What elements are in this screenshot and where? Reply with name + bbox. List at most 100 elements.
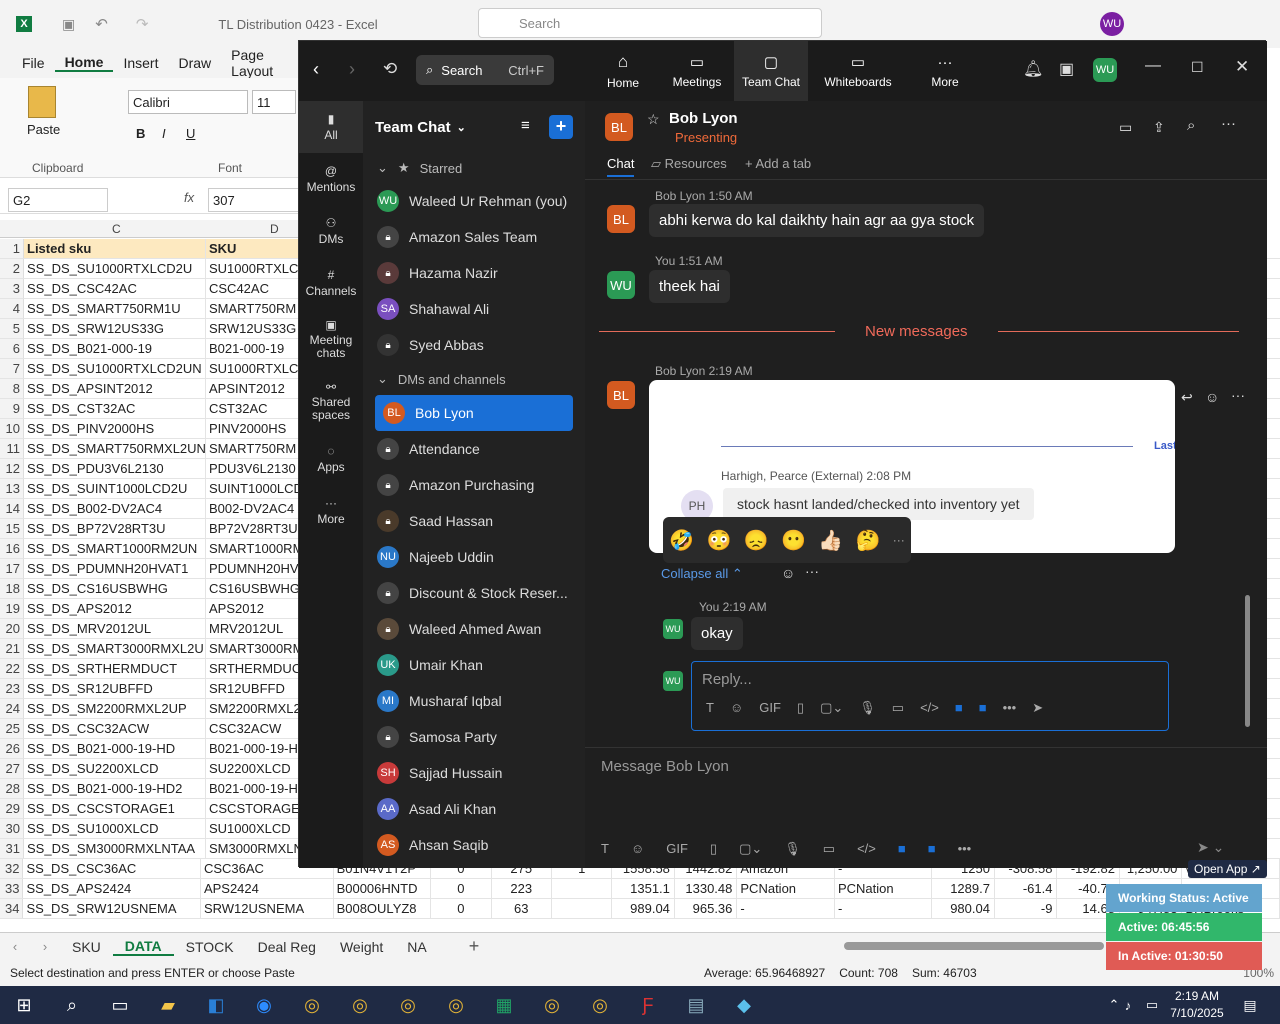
send-button[interactable]: ➤ ⌄ <box>1197 839 1224 856</box>
cell-listed-sku[interactable]: SS_DS_APSINT2012 <box>24 379 206 398</box>
open-app-link[interactable]: Open App ↗ <box>1188 860 1267 878</box>
menu-page-layout[interactable]: Page Layout <box>221 47 300 79</box>
add-sheet-icon[interactable]: + <box>469 936 480 957</box>
menu-home[interactable]: Home <box>54 54 114 72</box>
paste-icon[interactable] <box>28 86 56 118</box>
format-text-icon[interactable]: T <box>601 841 609 857</box>
cell-sku[interactable]: APS2424 <box>201 879 334 898</box>
cell-units[interactable] <box>552 879 613 898</box>
contact-name[interactable]: Bob Lyon <box>669 110 738 127</box>
app-icon[interactable]: ■ <box>928 841 936 857</box>
cell-source[interactable]: - <box>835 899 933 918</box>
back-icon[interactable]: ‹ <box>313 59 319 80</box>
search-icon[interactable]: ⌕ <box>1187 117 1195 134</box>
task-view-icon[interactable]: ▭ <box>96 986 144 1024</box>
cell-listed-sku[interactable]: SS_DS_APS2424 <box>23 879 201 898</box>
chat-list-item[interactable]: WU Waleed Ur Rehman (you) <box>363 183 585 219</box>
contact-avatar[interactable]: BL <box>605 113 633 141</box>
search-icon[interactable]: ⌕ <box>48 986 96 1024</box>
chrome-icon[interactable]: ◎ <box>336 986 384 1024</box>
reaction-emoji[interactable]: 😳 <box>706 528 731 553</box>
cell-listed-sku[interactable]: SS_DS_CSC36AC <box>23 859 201 878</box>
video-clip-icon[interactable]: ▭ <box>892 700 904 716</box>
row-number[interactable]: 31 <box>0 839 24 858</box>
history-icon[interactable]: ⟲ <box>383 59 397 79</box>
sheet-tab-data[interactable]: DATA <box>112 938 174 956</box>
row-number[interactable]: 33 <box>0 879 24 898</box>
col-header-d[interactable]: D <box>270 222 279 236</box>
cell-stock[interactable]: 223 <box>492 879 552 898</box>
chrome-icon[interactable]: ◎ <box>576 986 624 1024</box>
menu-draw[interactable]: Draw <box>168 55 221 71</box>
cell-listed-sku[interactable]: SS_DS_SU1000RTXLCD2U <box>24 259 206 278</box>
row-number[interactable]: 8 <box>0 379 24 398</box>
cell-listed-sku[interactable]: SS_DS_SUINT1000LCD2U <box>24 479 206 498</box>
outlook-icon[interactable]: ◧ <box>192 986 240 1024</box>
cell-listed-sku[interactable]: SS_DS_SRTHERMDUCT <box>24 659 206 678</box>
underline-button[interactable]: U <box>186 126 195 141</box>
cell-listed-sku[interactable]: SS_DS_SR12UBFFD <box>24 679 206 698</box>
row-number[interactable]: 7 <box>0 359 24 378</box>
row-number[interactable]: 25 <box>0 719 24 738</box>
paste-button[interactable]: Paste <box>27 122 60 137</box>
cell-units[interactable] <box>552 899 613 918</box>
screenshot-icon[interactable]: ▢⌄ <box>820 700 843 716</box>
video-off-icon[interactable]: ▭ <box>1119 119 1132 136</box>
cell-listed-sku[interactable]: SS_DS_B021-000-19-HD <box>24 739 206 758</box>
message-more-icon[interactable]: ··· <box>1231 387 1245 403</box>
windows-start-icon[interactable]: ⊞ <box>0 986 48 1024</box>
cell-listed-sku[interactable]: SS_DS_SM3000RMXLNTAA <box>24 839 206 858</box>
row-number[interactable]: 5 <box>0 319 24 338</box>
row-number[interactable]: 4 <box>0 299 24 318</box>
more-icon[interactable]: ••• <box>1003 700 1017 716</box>
cell-listed-sku[interactable]: SS_DS_SMART750RMXL2UN <box>24 439 206 458</box>
cell-listed-sku[interactable]: SS_DS_SRW12USNEMA <box>23 899 201 918</box>
table-cell[interactable]: -61.4 <box>995 879 1058 898</box>
add-reaction-icon[interactable]: ☺ <box>1205 389 1219 405</box>
more-reactions-icon[interactable]: ··· <box>893 533 905 547</box>
gif-icon[interactable]: GIF <box>759 700 781 716</box>
horizontal-scrollbar[interactable] <box>844 942 1104 950</box>
menu-insert[interactable]: Insert <box>113 55 168 71</box>
chat-list-item[interactable]: UK Umair Khan <box>363 647 585 683</box>
cell-listed-sku[interactable]: SS_DS_CSCSTORAGE1 <box>24 799 206 818</box>
cell-listed-sku[interactable]: SS_DS_APS2012 <box>24 599 206 618</box>
cell-listed-sku[interactable]: SS_DS_SMART3000RMXL2U <box>24 639 206 658</box>
bell-icon[interactable]: 🔔︎ <box>1023 59 1043 79</box>
redo-icon[interactable]: ↷ <box>136 15 149 33</box>
reaction-emoji[interactable]: 😞 <box>744 528 769 553</box>
gif-icon[interactable]: GIF <box>666 841 688 857</box>
chevron-down-icon[interactable]: ⌄ <box>457 121 466 134</box>
row-number[interactable]: 34 <box>0 899 24 918</box>
app-icon[interactable]: ■ <box>979 700 987 716</box>
cell-listed-sku[interactable]: SS_DS_BP72V28RT3U <box>24 519 206 538</box>
chat-list-item[interactable]: SA Shahawal Ali <box>363 291 585 327</box>
cell-listed-sku[interactable]: SS_DS_SMART750RM1U <box>24 299 206 318</box>
cell-listed-sku[interactable]: SS_DS_PDU3V6L2130 <box>24 459 206 478</box>
chat-list-item[interactable]: 🔒︎ Discount & Stock Reser... <box>363 575 585 611</box>
table-row[interactable]: 34 SS_DS_SRW12USNEMA SRW12USNEMA B008OULYZ8… <box>0 899 1280 919</box>
cell-listed-sku[interactable]: SS_DS_B021-000-19 <box>24 339 206 358</box>
table-row[interactable]: 33 SS_DS_APS2424 APS2424 B00006HNTD 0 223 1351… <box>0 879 1280 899</box>
row-number[interactable]: 6 <box>0 339 24 358</box>
cell-price[interactable]: 989.04 <box>612 899 675 918</box>
code-icon[interactable]: </> <box>920 700 939 716</box>
row-number[interactable]: 17 <box>0 559 24 578</box>
rail-dms[interactable]: ⚇ DMs <box>299 205 363 257</box>
chat-list-item[interactable]: 🔒︎ Syed Abbas <box>363 327 585 363</box>
reaction-emoji[interactable]: 👍🏻 <box>818 528 843 553</box>
row-number[interactable]: 13 <box>0 479 24 498</box>
forward-icon[interactable]: › <box>349 59 355 80</box>
chat-list-item[interactable]: MI Musharaf Iqbal <box>363 683 585 719</box>
more-options-icon[interactable]: ··· <box>1221 115 1236 132</box>
cell-asin[interactable]: B008OULYZ8 <box>334 899 432 918</box>
chat-list-item[interactable]: AA Asad Ali Khan <box>363 791 585 827</box>
notifications-icon[interactable]: ▤ <box>1226 986 1274 1024</box>
cell-price[interactable]: 1351.1 <box>612 879 675 898</box>
video-clip-icon[interactable]: ▭ <box>823 841 835 857</box>
nav-more[interactable]: ··· More <box>908 41 982 101</box>
chat-list-item[interactable]: 🔒︎ Hazama Nazir <box>363 255 585 291</box>
cell-listed-sku[interactable]: SS_DS_SU2200XLCD <box>24 759 206 778</box>
fx-icon[interactable]: fx <box>184 190 194 205</box>
compose-input[interactable]: Message Bob Lyon <box>601 758 729 775</box>
